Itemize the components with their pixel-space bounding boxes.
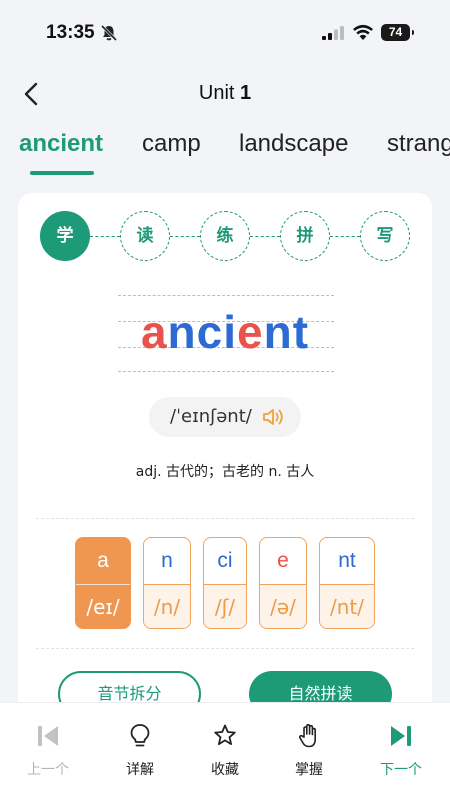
page-title: Unit 1 xyxy=(0,82,450,105)
page-title-number: 1 xyxy=(240,82,252,104)
skip-back-icon xyxy=(38,726,58,746)
detail-button[interactable]: 详解 xyxy=(95,703,185,800)
status-bar: 13:35 74 xyxy=(0,0,450,64)
favorite-button[interactable]: 收藏 xyxy=(180,703,270,800)
status-time: 13:35 xyxy=(46,22,95,43)
signal-icon xyxy=(322,26,344,40)
divider xyxy=(36,648,414,649)
syllable-sound: /ə/ xyxy=(260,585,306,628)
divider xyxy=(36,518,414,519)
syllable-card[interactable]: ci /ʃ/ xyxy=(203,537,247,629)
speaker-icon xyxy=(263,409,283,425)
hand-icon xyxy=(298,724,316,748)
word-definition: adj. 古代的；古老的 n. 古人 xyxy=(135,464,315,480)
next-button[interactable]: 下一个 xyxy=(356,703,446,800)
word-segment: e xyxy=(237,306,264,358)
syllable-card[interactable]: a /eɪ/ xyxy=(75,537,131,629)
tab-word-camp[interactable]: camp xyxy=(142,130,201,158)
step-learn[interactable]: 学 xyxy=(40,211,90,261)
syllable-card[interactable]: nt /nt/ xyxy=(319,537,375,629)
step-write[interactable]: 写 xyxy=(360,211,410,261)
phone-screen: 13:35 74 Unit 1 ancient camp landscape s… xyxy=(0,0,450,800)
nav-label: 下一个 xyxy=(380,762,422,778)
syllable-letters: e xyxy=(277,549,289,572)
nav-label: 收藏 xyxy=(211,762,239,778)
pronunciation-button[interactable]: /ˈeɪnʃənt/ xyxy=(149,397,301,437)
word-tabs: ancient camp landscape strang xyxy=(0,130,450,180)
previous-button[interactable]: 上一个 xyxy=(3,703,93,800)
step-connector xyxy=(250,236,280,237)
tab-word-strang[interactable]: strang xyxy=(387,130,450,158)
guide-line xyxy=(118,371,334,372)
syllable-sound: /nt/ xyxy=(320,585,374,628)
active-tab-indicator xyxy=(30,171,94,175)
syllable-card[interactable]: e /ə/ xyxy=(259,537,307,629)
star-icon xyxy=(214,724,236,745)
step-read[interactable]: 读 xyxy=(120,211,170,261)
main-word: ancient xyxy=(18,305,432,359)
syllable-letters: ci xyxy=(217,549,233,572)
learning-steps: 学 读 练 拼 写 xyxy=(40,211,412,263)
syllable-sound: /eɪ/ xyxy=(76,585,130,628)
nav-label: 上一个 xyxy=(27,762,69,778)
nav-label: 掌握 xyxy=(295,762,323,778)
step-connector xyxy=(90,236,120,237)
lightbulb-icon xyxy=(130,724,150,747)
word-segment: nt xyxy=(263,306,310,358)
phonetic-transcription: /ˈeɪnʃənt/ xyxy=(170,406,252,427)
guide-line xyxy=(118,295,334,296)
skip-forward-icon xyxy=(391,726,411,746)
bottom-nav: 上一个 详解 收藏 掌握 下一个 xyxy=(0,702,450,800)
syllable-letters: n xyxy=(161,549,173,572)
page-title-prefix: Unit xyxy=(198,82,240,104)
word-segment: a xyxy=(140,306,168,358)
tab-word-ancient[interactable]: ancient xyxy=(19,130,103,158)
syllable-letters: nt xyxy=(338,549,356,572)
bell-off-icon xyxy=(100,24,118,42)
syllable-card[interactable]: n /n/ xyxy=(143,537,191,629)
tab-word-landscape[interactable]: landscape xyxy=(239,130,348,158)
syllable-letters: a xyxy=(97,549,109,572)
step-practice[interactable]: 练 xyxy=(200,211,250,261)
step-connector xyxy=(170,236,200,237)
word-segment: nci xyxy=(167,306,238,358)
step-connector xyxy=(330,236,360,237)
syllable-sound: /n/ xyxy=(144,585,190,628)
wifi-icon xyxy=(353,24,373,40)
step-spell[interactable]: 拼 xyxy=(280,211,330,261)
nav-label: 详解 xyxy=(126,762,154,778)
syllable-sound: /ʃ/ xyxy=(204,585,246,628)
battery-level: 74 xyxy=(388,25,403,39)
battery-icon: 74 xyxy=(381,24,414,41)
mastered-button[interactable]: 掌握 xyxy=(264,703,354,800)
